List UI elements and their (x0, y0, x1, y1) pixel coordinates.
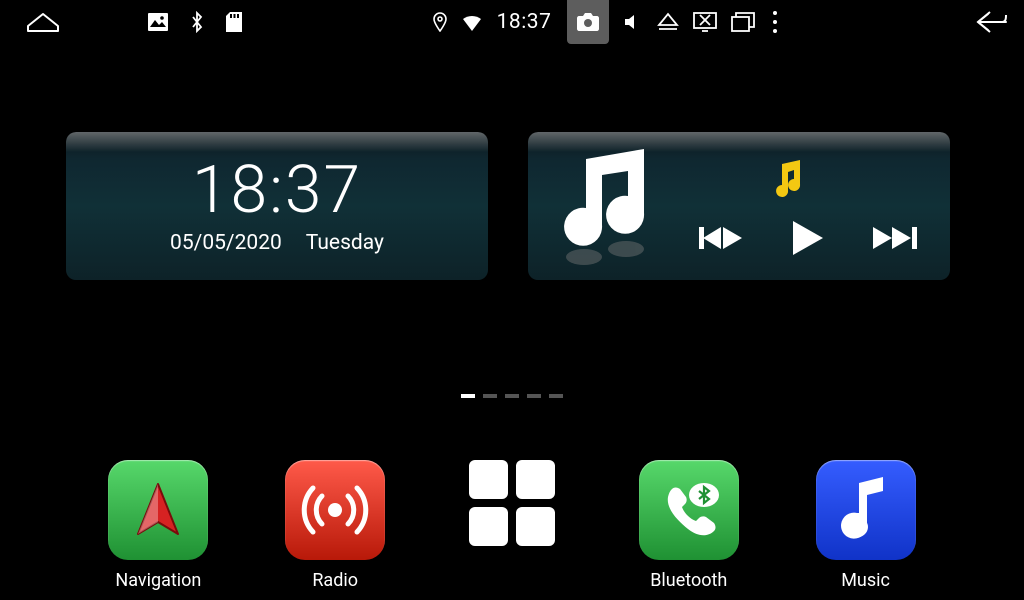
dock-item-apps[interactable] (452, 460, 572, 592)
navigation-icon (108, 460, 208, 560)
radio-icon (285, 460, 385, 560)
music-icon (816, 460, 916, 560)
music-widget[interactable] (528, 132, 950, 280)
clock-widget[interactable]: 18:37 05/05/2020 Tuesday (66, 132, 488, 280)
clock-weekday: Tuesday (306, 231, 384, 255)
page-indicator (461, 394, 563, 398)
screen-off-icon[interactable] (693, 12, 717, 32)
app-dock: Navigation Radio Blu (0, 460, 1024, 592)
prev-track-button[interactable] (692, 216, 750, 260)
bluetooth-icon (190, 11, 204, 33)
dock-item-music[interactable]: Music (806, 460, 926, 592)
image-icon (148, 13, 168, 31)
dock-label: Bluetooth (650, 570, 727, 592)
home-icon[interactable] (26, 11, 60, 33)
dock-item-navigation[interactable]: Navigation (98, 460, 218, 592)
clock-time: 18:37 (192, 152, 362, 229)
dock-label: Music (841, 570, 890, 592)
camera-button[interactable] (567, 0, 609, 44)
more-icon[interactable] (769, 11, 781, 33)
recents-icon[interactable] (731, 12, 755, 32)
bluetooth-phone-icon (639, 460, 739, 560)
play-button[interactable] (779, 216, 837, 260)
back-icon[interactable] (972, 9, 1008, 35)
status-bar: 18:37 (0, 0, 1024, 44)
location-icon (433, 12, 447, 32)
clock-date: 05/05/2020 (170, 231, 282, 255)
album-art-icon (528, 132, 678, 280)
dock-label: Navigation (115, 570, 201, 592)
dock-item-bluetooth[interactable]: Bluetooth (629, 460, 749, 592)
music-note-icon (770, 160, 804, 204)
next-track-button[interactable] (866, 216, 924, 260)
eject-icon[interactable] (657, 12, 679, 32)
dock-label: Radio (312, 570, 358, 592)
statusbar-clock: 18:37 (497, 10, 552, 34)
dock-item-radio[interactable]: Radio (275, 460, 395, 592)
sdcard-icon (226, 12, 242, 32)
volume-icon[interactable] (623, 12, 643, 32)
wifi-icon (461, 13, 483, 31)
apps-grid-icon (469, 460, 555, 546)
